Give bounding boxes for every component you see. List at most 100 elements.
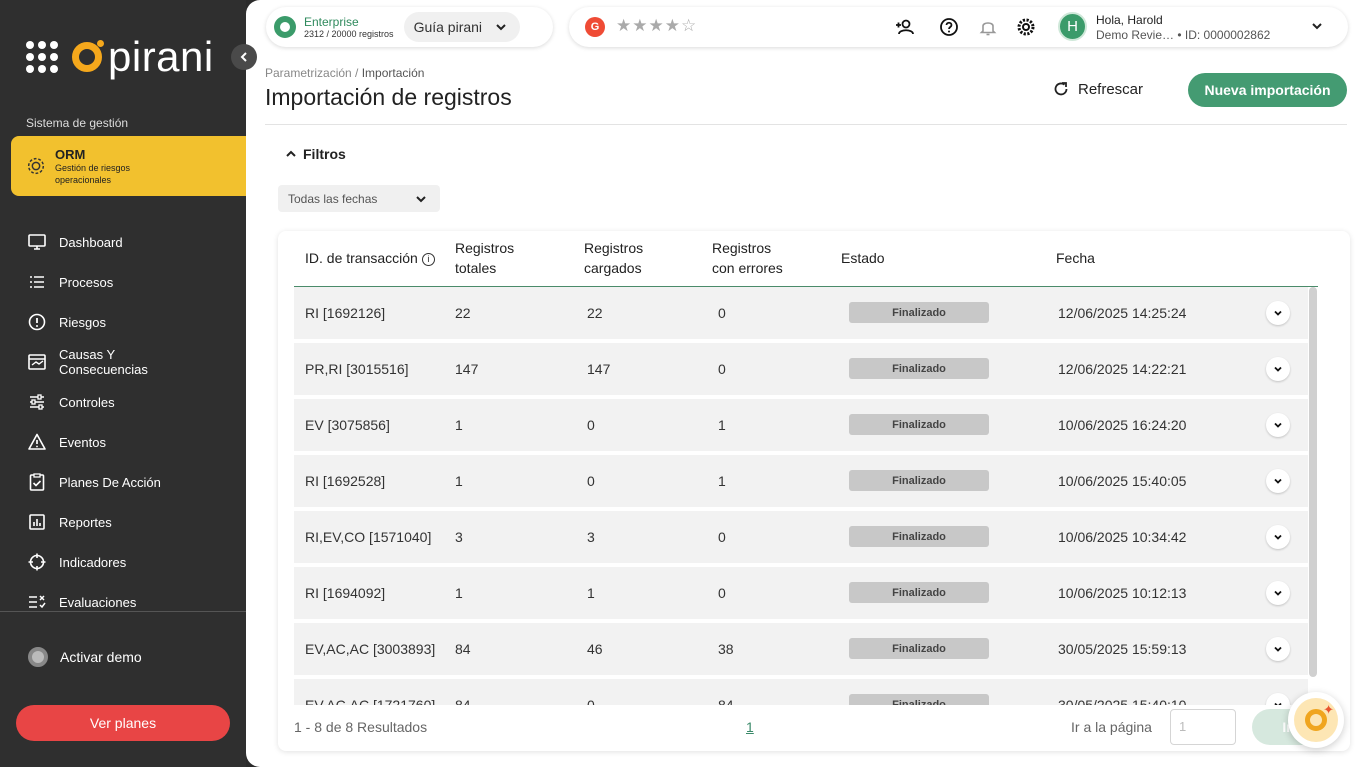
sidebar-divider — [0, 611, 246, 612]
table-scrollbar[interactable] — [1309, 287, 1317, 677]
expand-row-button[interactable] — [1266, 469, 1290, 493]
sidebar-item-controles[interactable]: Controles — [0, 382, 246, 422]
plan-bar: Enterprise 2312 / 20000 registros Guía p… — [266, 7, 553, 47]
imports-table: ID. de transacción i Registros totales Re… — [278, 231, 1350, 751]
sidebar-item-procesos[interactable]: Procesos — [0, 262, 246, 302]
goto-page-input[interactable]: 1 — [1170, 709, 1236, 745]
header-date: Fecha — [1056, 250, 1095, 266]
breadcrumb: Parametrización / Importación — [265, 66, 424, 80]
table-row[interactable]: EV,AC,AC [3003893] 84 46 38 Finalizado 3… — [294, 623, 1308, 675]
header-status: Estado — [841, 250, 885, 266]
cell-id: RI [1694092] — [305, 585, 386, 601]
module-subtitle-line2: operacionales — [55, 174, 112, 185]
chevron-down-icon — [1274, 590, 1282, 596]
header-errors-line1: Registros — [712, 240, 772, 256]
expand-row-button[interactable] — [1266, 525, 1290, 549]
sidebar-item-label: Procesos — [59, 274, 114, 290]
assistant-icon: ✦ — [1294, 698, 1338, 742]
rating-stars[interactable]: ★★★★☆ — [616, 16, 697, 36]
info-icon[interactable]: i — [421, 252, 435, 266]
breadcrumb-parent[interactable]: Parametrización / — [265, 66, 358, 80]
table-row[interactable]: RI [1692126] 22 22 0 Finalizado 12/06/20… — [294, 287, 1308, 339]
table-row[interactable]: RI [1692528] 1 0 1 Finalizado 10/06/2025… — [294, 455, 1308, 507]
chevron-down-icon — [1274, 534, 1282, 540]
chevron-down-icon — [1274, 478, 1282, 484]
sidebar-item-dashboard[interactable]: Dashboard — [0, 222, 246, 262]
bell-icon[interactable] — [978, 17, 998, 37]
expand-row-button[interactable] — [1266, 301, 1290, 325]
ver-planes-button[interactable]: Ver planes — [16, 705, 230, 741]
cell-errors: 0 — [718, 529, 726, 545]
cell-loaded: 0 — [587, 473, 595, 489]
help-icon[interactable] — [939, 17, 959, 37]
expand-row-button[interactable] — [1266, 357, 1290, 381]
new-import-button[interactable]: Nueva importación — [1188, 73, 1347, 107]
table-row[interactable]: EV,AC,AC [1721760] 84 0 84 Finalizado 30… — [294, 679, 1308, 705]
expand-row-button[interactable] — [1266, 413, 1290, 437]
module-title: ORM — [55, 146, 86, 162]
status-badge: Finalizado — [849, 638, 989, 659]
expand-row-button[interactable] — [1266, 637, 1290, 661]
date-filter-select[interactable]: Todas las fechas — [278, 185, 440, 212]
sidebar-item-evaluaciones[interactable]: Evaluaciones — [0, 582, 246, 622]
header-errors-line2: con errores — [712, 260, 783, 276]
expand-row-button[interactable] — [1266, 693, 1290, 705]
header-errors: Registros con errores — [712, 238, 783, 278]
cell-id: PR,RI [3015516] — [305, 361, 409, 377]
sparkle-icon: ✦ — [1323, 702, 1334, 717]
cell-errors: 0 — [718, 585, 726, 601]
cell-errors: 84 — [718, 697, 734, 705]
header-id: ID. de transacción i — [305, 248, 435, 268]
cell-errors: 1 — [718, 417, 726, 433]
table-row[interactable]: EV [3075856] 1 0 1 Finalizado 10/06/2025… — [294, 399, 1308, 451]
chevron-down-icon — [1274, 366, 1282, 372]
cell-total: 1 — [455, 473, 463, 489]
add-user-icon[interactable] — [895, 17, 915, 37]
bar-chart-icon — [29, 514, 45, 530]
user-menu-chevron-icon[interactable] — [1310, 19, 1324, 33]
refresh-button[interactable]: Refrescar — [1052, 80, 1143, 98]
assistant-button[interactable]: ✦ — [1288, 692, 1344, 748]
cell-date: 12/06/2025 14:22:21 — [1058, 361, 1187, 377]
sidebar-item-label-line1: Causas Y — [59, 347, 116, 362]
cell-errors: 1 — [718, 473, 726, 489]
guia-pirani-dropdown[interactable]: Guía pirani — [403, 12, 521, 42]
g2-badge[interactable]: G — [585, 17, 605, 37]
activar-demo-toggle[interactable]: Activar demo — [28, 647, 142, 667]
module-orm[interactable]: ORM Gestión de riesgos operacionales — [11, 136, 258, 196]
monitor-icon — [28, 234, 46, 250]
cell-id: RI,EV,CO [1571040] — [305, 529, 432, 545]
cell-errors: 0 — [718, 305, 726, 321]
page-link-1[interactable]: 1 — [746, 719, 754, 735]
cell-id: RI [1692126] — [305, 305, 386, 321]
alert-circle-icon — [28, 313, 46, 331]
header-total: Registros totales — [455, 238, 514, 278]
sidebar-item-label: Controles — [59, 394, 115, 410]
table-row[interactable]: PR,RI [3015516] 147 147 0 Finalizado 12/… — [294, 343, 1308, 395]
cell-date: 30/05/2025 15:40:10 — [1058, 697, 1187, 705]
apps-grid-icon[interactable] — [26, 41, 58, 73]
table-row[interactable]: RI,EV,CO [1571040] 3 3 0 Finalizado 10/0… — [294, 511, 1308, 563]
user-avatar[interactable]: H — [1058, 12, 1087, 41]
sidebar-item-riesgos[interactable]: Riesgos — [0, 302, 246, 342]
cell-loaded: 22 — [587, 305, 603, 321]
filters-toggle[interactable]: Filtros — [285, 146, 346, 162]
breadcrumb-current: Importación — [361, 66, 425, 80]
expand-row-button[interactable] — [1266, 581, 1290, 605]
header-loaded-line2: cargados — [584, 260, 642, 276]
status-badge: Finalizado — [849, 694, 989, 705]
cell-total: 1 — [455, 417, 463, 433]
sidebar-item-causas[interactable]: Causas Y Consecuencias — [0, 342, 246, 382]
sidebar-item-eventos[interactable]: Eventos — [0, 422, 246, 462]
collapse-sidebar-button[interactable] — [231, 44, 257, 70]
table-footer: 1 - 8 de 8 Resultados 1 Ir a la página 1… — [294, 705, 1334, 751]
sidebar-item-planes[interactable]: Planes De Acción — [0, 462, 246, 502]
header-id-label: ID. de transacción — [305, 250, 418, 266]
module-subtitle-line1: Gestión de riesgos — [55, 162, 131, 173]
sidebar-item-indicadores[interactable]: Indicadores — [0, 542, 246, 582]
chevron-left-icon — [240, 52, 247, 62]
sidebar-item-reportes[interactable]: Reportes — [0, 502, 246, 542]
table-row[interactable]: RI [1694092] 1 1 0 Finalizado 10/06/2025… — [294, 567, 1308, 619]
cell-errors: 38 — [718, 641, 734, 657]
settings-gear-icon[interactable] — [1016, 17, 1036, 37]
